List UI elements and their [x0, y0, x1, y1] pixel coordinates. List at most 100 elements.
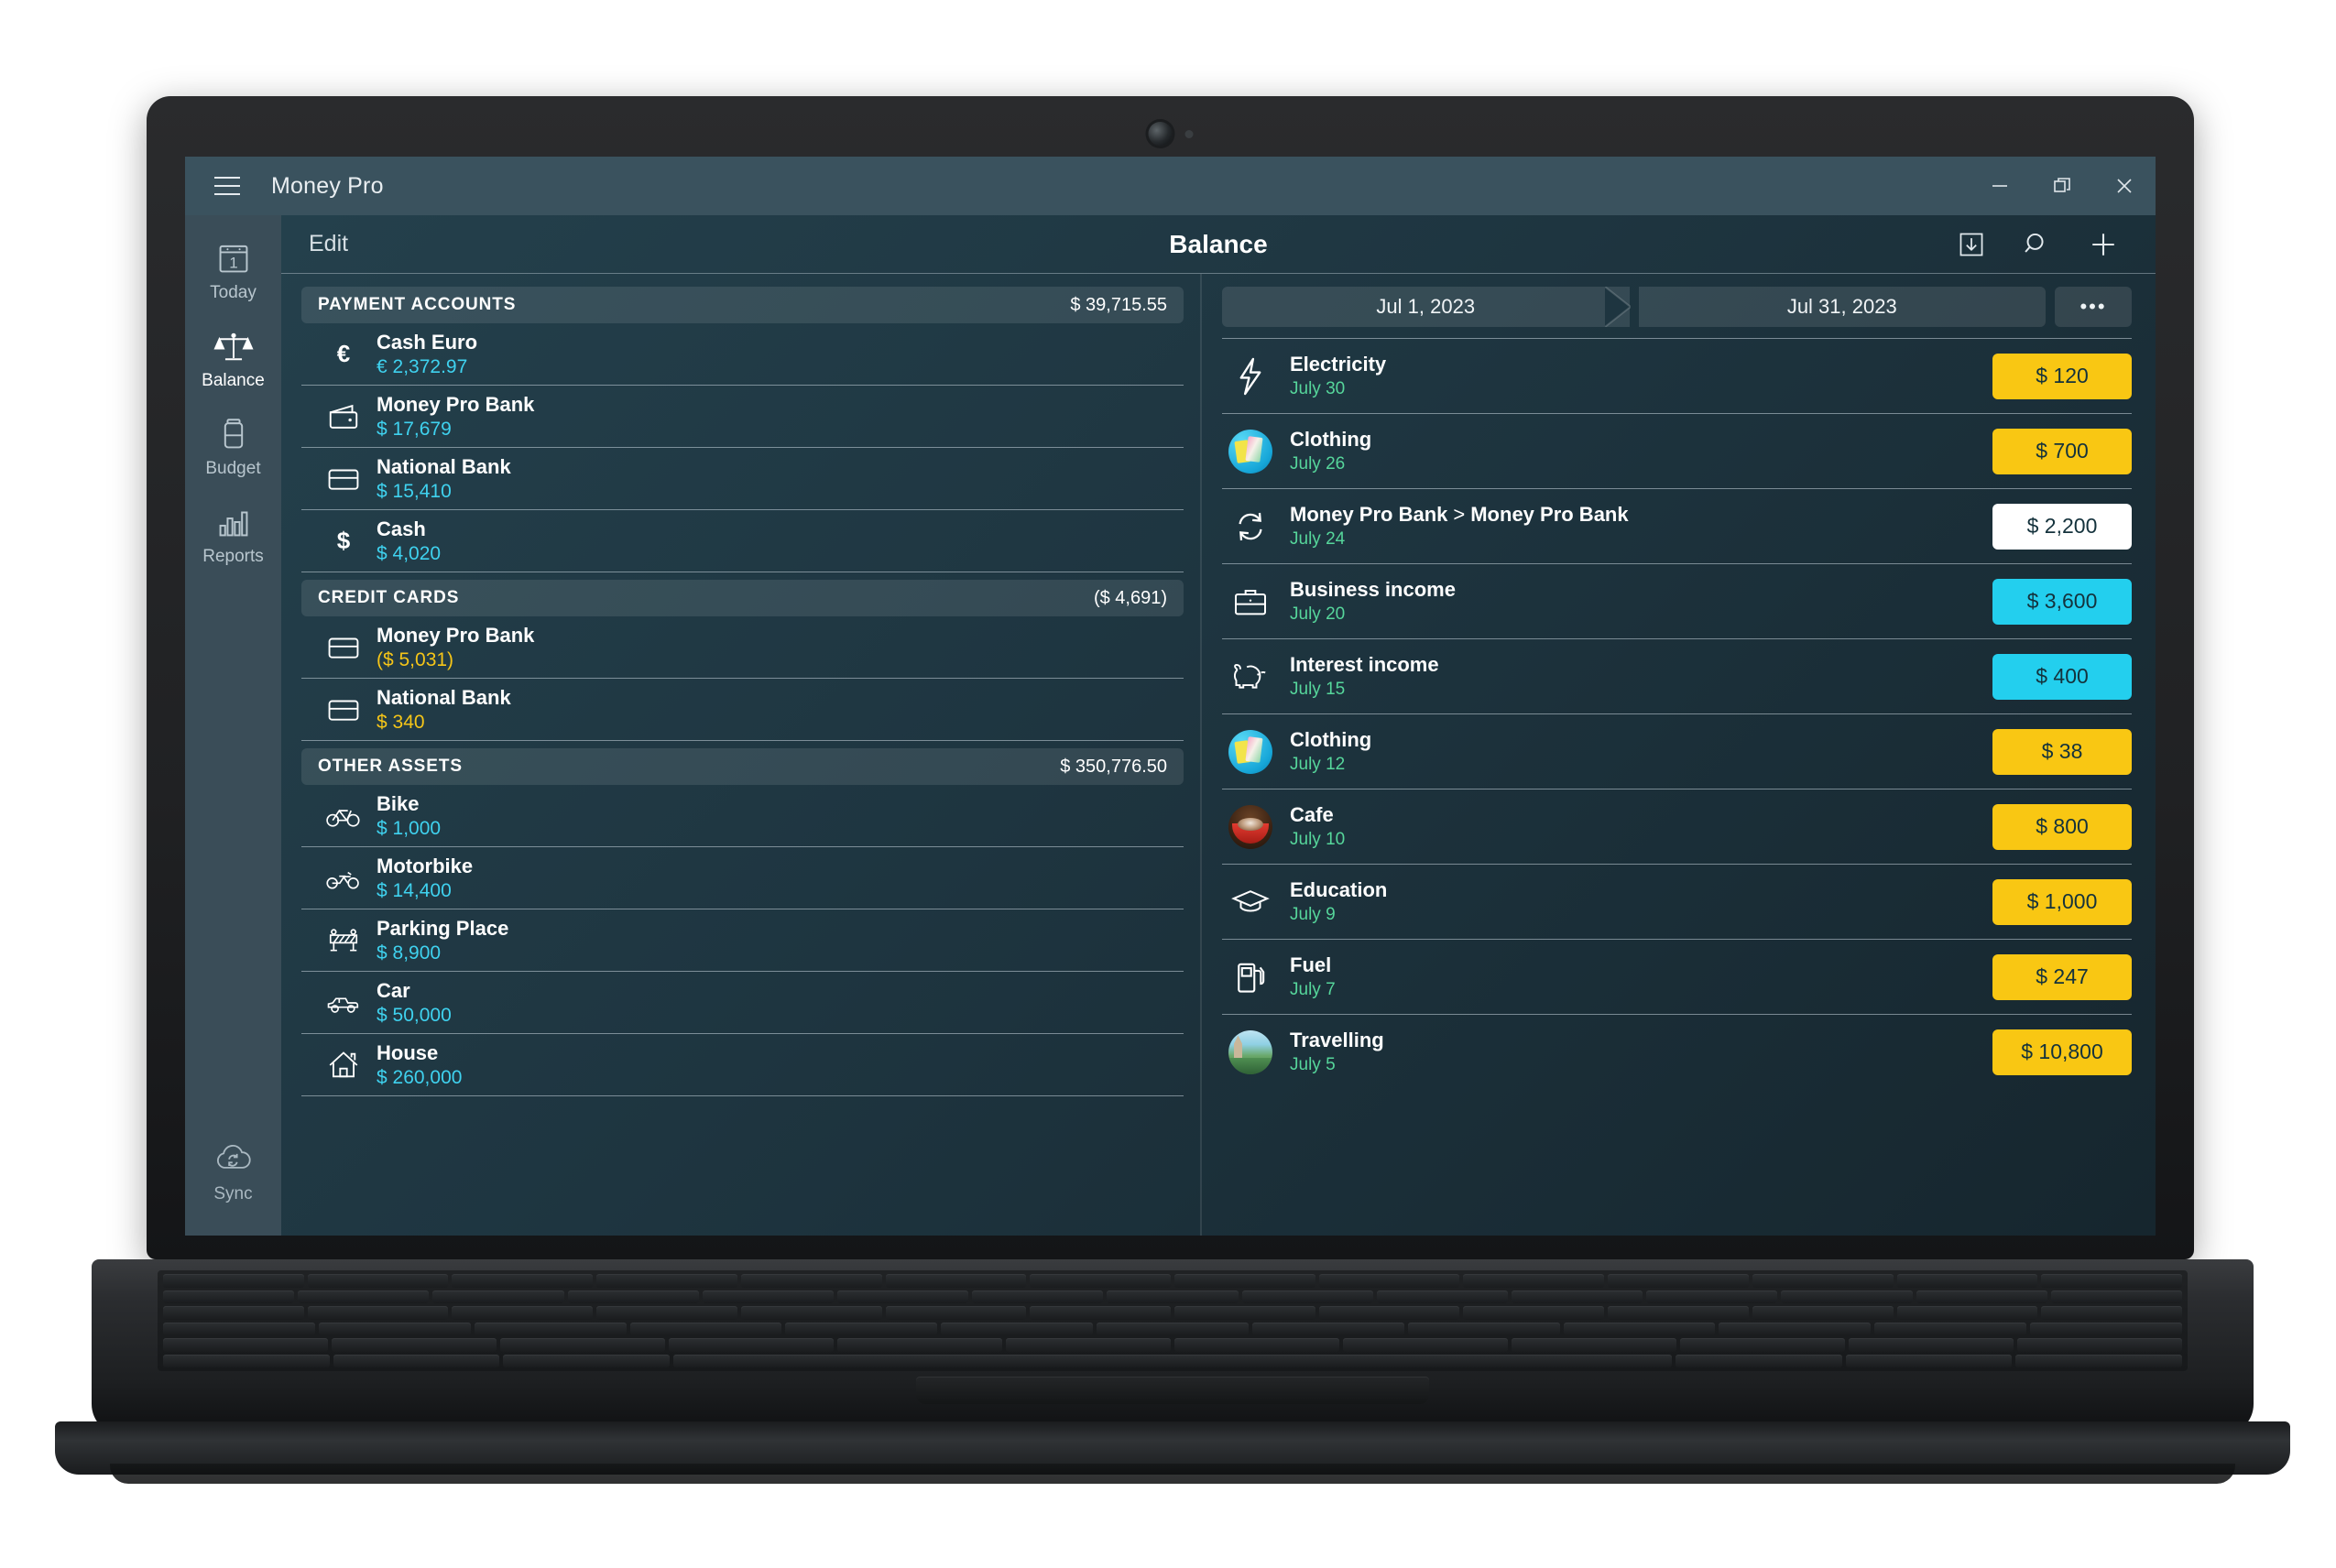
- key[interactable]: [702, 1290, 835, 1303]
- key[interactable]: [1896, 1306, 2038, 1320]
- key[interactable]: [837, 1290, 969, 1303]
- key[interactable]: [307, 1306, 449, 1320]
- key[interactable]: [1241, 1290, 1373, 1303]
- key[interactable]: [1646, 1290, 1778, 1303]
- sidebar-item-today[interactable]: 1 Today: [185, 215, 281, 303]
- key[interactable]: [1318, 1306, 1460, 1320]
- key[interactable]: [163, 1306, 304, 1320]
- edit-button[interactable]: Edit: [309, 231, 348, 257]
- transaction-row[interactable]: Education July 9 $ 1,000: [1222, 864, 2132, 939]
- key[interactable]: [596, 1306, 737, 1320]
- key[interactable]: [163, 1338, 328, 1352]
- key[interactable]: [298, 1290, 430, 1303]
- account-row[interactable]: Money Pro Bank $ 17,679: [301, 386, 1184, 448]
- key[interactable]: [1752, 1274, 1894, 1288]
- transaction-row[interactable]: Money Pro Bank > Money Pro Bank July 24 $ …: [1222, 488, 2132, 563]
- key[interactable]: [2050, 1290, 2183, 1303]
- key[interactable]: [669, 1338, 834, 1352]
- account-row[interactable]: Bike $ 1,000: [301, 785, 1184, 847]
- key[interactable]: [1608, 1306, 1749, 1320]
- key[interactable]: [1849, 1338, 2014, 1352]
- key[interactable]: [452, 1274, 594, 1288]
- key[interactable]: [163, 1290, 295, 1303]
- key[interactable]: [318, 1322, 471, 1335]
- key[interactable]: [1030, 1274, 1172, 1288]
- key[interactable]: [1896, 1274, 2038, 1288]
- key[interactable]: [1845, 1354, 2013, 1367]
- key[interactable]: [474, 1322, 627, 1335]
- key[interactable]: [163, 1274, 304, 1288]
- key[interactable]: [2017, 1338, 2182, 1352]
- date-from-button[interactable]: Jul 1, 2023: [1222, 287, 1631, 327]
- add-icon[interactable]: [2075, 216, 2132, 273]
- key[interactable]: [1874, 1322, 2027, 1335]
- key[interactable]: [1512, 1338, 1676, 1352]
- key[interactable]: [2041, 1306, 2183, 1320]
- account-row[interactable]: Money Pro Bank ($ 5,031): [301, 616, 1184, 679]
- keyboard[interactable]: [158, 1270, 2188, 1371]
- key[interactable]: [785, 1322, 938, 1335]
- key[interactable]: [332, 1338, 497, 1352]
- key[interactable]: [1563, 1322, 1716, 1335]
- key[interactable]: [1407, 1322, 1560, 1335]
- account-row[interactable]: € Cash Euro € 2,372.97: [301, 323, 1184, 386]
- close-icon[interactable]: [2093, 157, 2156, 215]
- account-row[interactable]: Car $ 50,000: [301, 972, 1184, 1034]
- key[interactable]: [163, 1322, 315, 1335]
- key[interactable]: [837, 1338, 1002, 1352]
- key[interactable]: [1006, 1338, 1171, 1352]
- key[interactable]: [1916, 1290, 2047, 1303]
- key[interactable]: [1174, 1274, 1315, 1288]
- key[interactable]: [941, 1322, 1094, 1335]
- transaction-row[interactable]: Clothing July 26 $ 700: [1222, 413, 2132, 488]
- key[interactable]: [740, 1306, 882, 1320]
- key[interactable]: [2015, 1354, 2183, 1367]
- key[interactable]: [567, 1290, 699, 1303]
- key[interactable]: [1030, 1306, 1172, 1320]
- key[interactable]: [1318, 1274, 1460, 1288]
- spacebar-key[interactable]: [673, 1354, 1673, 1367]
- trackpad[interactable]: [916, 1377, 1429, 1404]
- key[interactable]: [1608, 1274, 1749, 1288]
- sidebar-item-sync[interactable]: Sync: [185, 1141, 281, 1236]
- account-row[interactable]: $ Cash $ 4,020: [301, 510, 1184, 572]
- key[interactable]: [1376, 1290, 1509, 1303]
- key[interactable]: [2030, 1322, 2182, 1335]
- key[interactable]: [432, 1290, 564, 1303]
- key[interactable]: [1781, 1290, 1913, 1303]
- transaction-row[interactable]: Electricity July 30 $ 120: [1222, 338, 2132, 413]
- key[interactable]: [885, 1306, 1027, 1320]
- account-row[interactable]: Parking Place $ 8,900: [301, 909, 1184, 972]
- search-icon[interactable]: [2009, 216, 2066, 273]
- key[interactable]: [1752, 1306, 1894, 1320]
- accounts-pane[interactable]: PAYMENT ACCOUNTS $ 39,715.55 € Cash Euro…: [281, 274, 1200, 1236]
- key[interactable]: [500, 1338, 665, 1352]
- transaction-row[interactable]: Clothing July 12 $ 38: [1222, 713, 2132, 789]
- account-row[interactable]: House $ 260,000: [301, 1034, 1184, 1096]
- key[interactable]: [629, 1322, 782, 1335]
- key[interactable]: [1107, 1290, 1239, 1303]
- key[interactable]: [452, 1306, 594, 1320]
- key[interactable]: [2041, 1274, 2183, 1288]
- key[interactable]: [596, 1274, 737, 1288]
- transaction-row[interactable]: Business income July 20 $ 3,600: [1222, 563, 2132, 638]
- key[interactable]: [503, 1354, 671, 1367]
- key[interactable]: [1680, 1338, 1845, 1352]
- key[interactable]: [1719, 1322, 1872, 1335]
- account-row[interactable]: Motorbike $ 14,400: [301, 847, 1184, 909]
- sidebar-item-budget[interactable]: Budget: [185, 391, 281, 479]
- import-icon[interactable]: [1943, 216, 2000, 273]
- transaction-row[interactable]: Fuel July 7 $ 247: [1222, 939, 2132, 1014]
- key[interactable]: [1251, 1322, 1404, 1335]
- key[interactable]: [1463, 1306, 1605, 1320]
- key[interactable]: [1512, 1290, 1643, 1303]
- key[interactable]: [1676, 1354, 1842, 1367]
- key[interactable]: [972, 1290, 1104, 1303]
- sidebar-item-reports[interactable]: Reports: [185, 479, 281, 567]
- key[interactable]: [740, 1274, 882, 1288]
- transaction-row[interactable]: Cafe July 10 $ 800: [1222, 789, 2132, 864]
- hamburger-icon[interactable]: [198, 157, 257, 215]
- key[interactable]: [1343, 1338, 1508, 1352]
- key[interactable]: [885, 1274, 1027, 1288]
- sidebar-item-balance[interactable]: Balance: [185, 303, 281, 391]
